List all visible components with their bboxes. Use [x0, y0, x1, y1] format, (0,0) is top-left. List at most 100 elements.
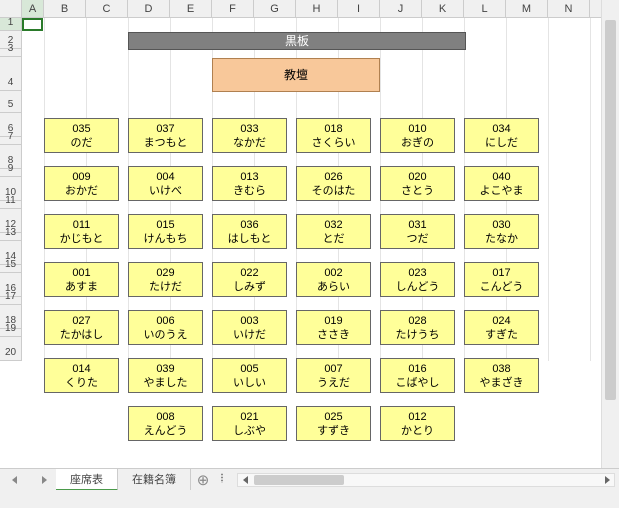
row-header-15[interactable]: 15 — [0, 265, 22, 273]
seat[interactable]: 034にしだ — [464, 118, 539, 153]
tab-nav-next[interactable] — [28, 469, 56, 491]
vertical-scrollbar[interactable] — [601, 0, 619, 468]
horizontal-scrollbar[interactable] — [237, 473, 615, 487]
row-header-9[interactable]: 9 — [0, 169, 22, 177]
sheet-area[interactable]: 黒板 教壇 035のだ037まつもと033なかだ018さくらい010おぎの034… — [22, 18, 601, 361]
seat-name: あらい — [297, 280, 370, 294]
seat[interactable]: 011かじもと — [44, 214, 119, 249]
seat[interactable]: 021しぶや — [212, 406, 287, 441]
sheet-tab-seating[interactable]: 座席表 — [56, 469, 118, 491]
seat[interactable]: 015けんもち — [128, 214, 203, 249]
seat-number: 038 — [465, 362, 538, 376]
seat-name: たなか — [465, 232, 538, 246]
seat[interactable]: 031つだ — [380, 214, 455, 249]
col-header-A[interactable]: A — [22, 0, 44, 17]
seat[interactable]: 014くりた — [44, 358, 119, 393]
row-header-5[interactable]: 5 — [0, 91, 22, 113]
seat[interactable]: 004いけべ — [128, 166, 203, 201]
seat-number: 008 — [129, 410, 202, 424]
seat-name: やました — [129, 376, 202, 390]
seat[interactable]: 030たなか — [464, 214, 539, 249]
seat[interactable]: 001あすま — [44, 262, 119, 297]
col-header-D[interactable]: D — [128, 0, 170, 17]
seat[interactable]: 040よこやま — [464, 166, 539, 201]
seat[interactable]: 017こんどう — [464, 262, 539, 297]
row-header-1[interactable]: 1 — [0, 18, 22, 31]
seat[interactable]: 018さくらい — [296, 118, 371, 153]
row-header-13[interactable]: 13 — [0, 233, 22, 241]
col-header-N[interactable]: N — [548, 0, 590, 17]
seat[interactable]: 037まつもと — [128, 118, 203, 153]
column-headers: A B C D E F G H I J K L M N — [0, 0, 601, 18]
seat-name: にしだ — [465, 136, 538, 150]
row-header-3[interactable]: 3 — [0, 49, 22, 57]
seat[interactable]: 022しみず — [212, 262, 287, 297]
seat[interactable]: 007うえだ — [296, 358, 371, 393]
seat[interactable]: 036はしもと — [212, 214, 287, 249]
seat[interactable]: 028たけうち — [380, 310, 455, 345]
seat[interactable]: 024すぎた — [464, 310, 539, 345]
seat[interactable]: 008えんどう — [128, 406, 203, 441]
col-header-E[interactable]: E — [170, 0, 212, 17]
col-header-G[interactable]: G — [254, 0, 296, 17]
seat[interactable]: 016こばやし — [380, 358, 455, 393]
seat-number: 029 — [129, 266, 202, 280]
tab-nav-prev[interactable] — [0, 469, 28, 491]
row-header-20[interactable]: 20 — [0, 337, 22, 361]
seat[interactable]: 003いけだ — [212, 310, 287, 345]
hscroll-thumb[interactable] — [254, 475, 344, 485]
seat-name: しんどう — [381, 280, 454, 294]
seat-name: くりた — [45, 376, 118, 390]
seat-name: おかだ — [45, 184, 118, 198]
seat[interactable]: 006いのうえ — [128, 310, 203, 345]
col-header-F[interactable]: F — [212, 0, 254, 17]
seat-number: 017 — [465, 266, 538, 280]
seat-number: 011 — [45, 218, 118, 232]
seat-number: 001 — [45, 266, 118, 280]
seat[interactable]: 032とだ — [296, 214, 371, 249]
seat[interactable]: 002あらい — [296, 262, 371, 297]
col-header-H[interactable]: H — [296, 0, 338, 17]
seat[interactable]: 038やまざき — [464, 358, 539, 393]
hscroll-left[interactable] — [238, 474, 252, 486]
seat[interactable]: 009おかだ — [44, 166, 119, 201]
col-header-J[interactable]: J — [380, 0, 422, 17]
sheet-tab-roster[interactable]: 在籍名簿 — [118, 469, 191, 491]
add-sheet-button[interactable]: ⊕ — [191, 471, 215, 489]
splitter[interactable] — [215, 473, 229, 486]
hscroll-right[interactable] — [600, 474, 614, 486]
seat[interactable]: 027たかはし — [44, 310, 119, 345]
row-header-17[interactable]: 17 — [0, 297, 22, 305]
row-header-7[interactable]: 7 — [0, 137, 22, 145]
col-header-C[interactable]: C — [86, 0, 128, 17]
seat-name: すぎた — [465, 328, 538, 342]
seat[interactable]: 035のだ — [44, 118, 119, 153]
seat[interactable]: 005いしい — [212, 358, 287, 393]
row-header-4[interactable]: 4 — [0, 57, 22, 91]
select-all-corner[interactable] — [0, 0, 22, 17]
seat[interactable]: 029たけだ — [128, 262, 203, 297]
seat[interactable]: 010おぎの — [380, 118, 455, 153]
seat-number: 012 — [381, 410, 454, 424]
seat[interactable]: 039やました — [128, 358, 203, 393]
seat[interactable]: 033なかだ — [212, 118, 287, 153]
seat[interactable]: 013きむら — [212, 166, 287, 201]
seat[interactable]: 012かとり — [380, 406, 455, 441]
seat[interactable]: 020さとう — [380, 166, 455, 201]
col-header-B[interactable]: B — [44, 0, 86, 17]
vscroll-thumb[interactable] — [605, 20, 616, 400]
seat-name: いけべ — [129, 184, 202, 198]
seat[interactable]: 025すずき — [296, 406, 371, 441]
seat-name: あすま — [45, 280, 118, 294]
row-header-11[interactable]: 11 — [0, 201, 22, 209]
seat[interactable]: 023しんどう — [380, 262, 455, 297]
seat[interactable]: 019ささき — [296, 310, 371, 345]
col-header-I[interactable]: I — [338, 0, 380, 17]
seat-name: うえだ — [297, 376, 370, 390]
col-header-M[interactable]: M — [506, 0, 548, 17]
row-header-19[interactable]: 19 — [0, 329, 22, 337]
col-header-L[interactable]: L — [464, 0, 506, 17]
col-header-K[interactable]: K — [422, 0, 464, 17]
seat-name: しみず — [213, 280, 286, 294]
seat[interactable]: 026そのはた — [296, 166, 371, 201]
